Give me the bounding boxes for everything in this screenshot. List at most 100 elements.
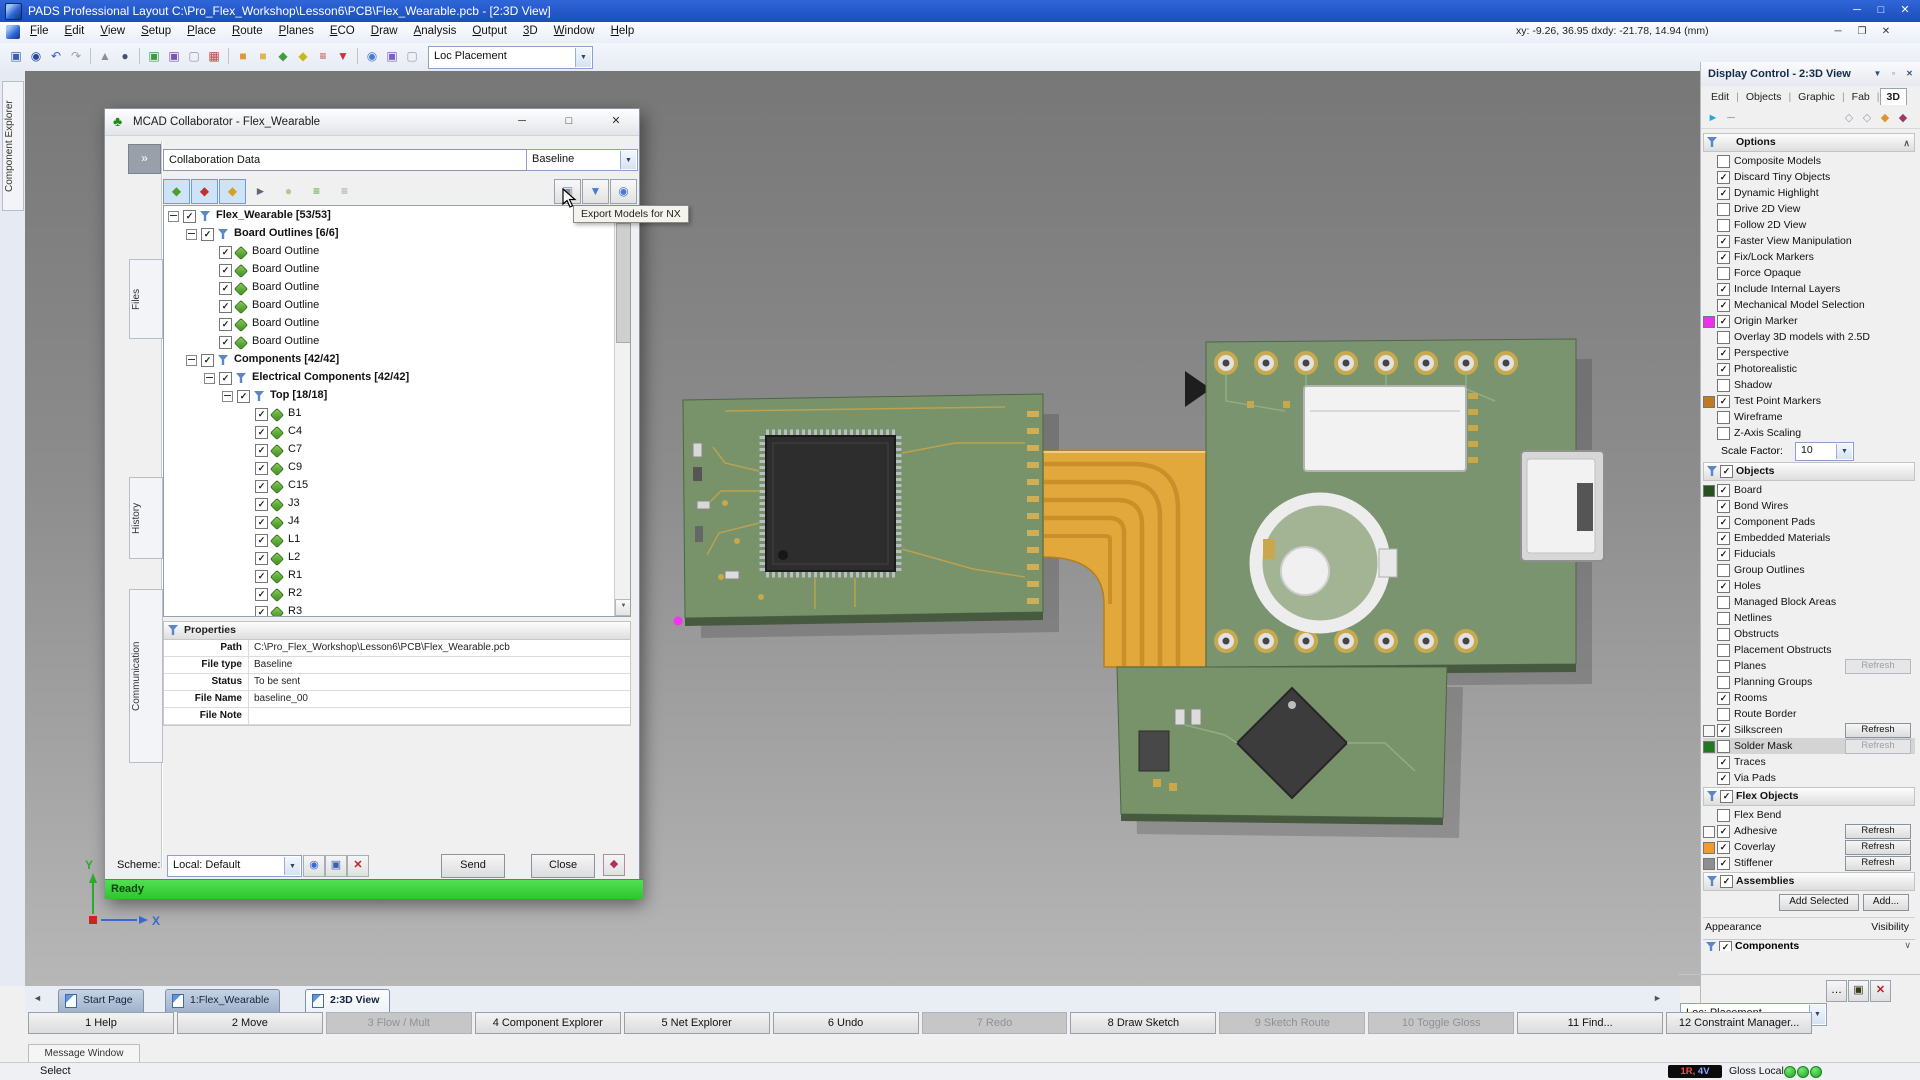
- tree-item[interactable]: ✓C4: [164, 424, 614, 441]
- option-solder-mask[interactable]: Solder MaskRefresh: [1703, 738, 1915, 754]
- checkbox[interactable]: [1717, 267, 1730, 280]
- property-row[interactable]: PathC:\Pro_Flex_Workshop\Lesson6\PCB\Fle…: [164, 640, 630, 657]
- color-swatch[interactable]: [1703, 725, 1715, 737]
- color-swatch[interactable]: [1703, 396, 1715, 408]
- checkbox[interactable]: [1717, 219, 1730, 232]
- option-perspective[interactable]: ✓Perspective: [1703, 345, 1915, 361]
- property-row[interactable]: StatusTo be sent: [164, 674, 630, 691]
- fkey-8-draw-sketch[interactable]: 8 Draw Sketch: [1070, 1012, 1216, 1034]
- search-objects-icon[interactable]: ▣: [383, 47, 401, 65]
- add-selected-button[interactable]: Add Selected: [1779, 894, 1859, 911]
- scheme-combo[interactable]: Local: Default ▼: [167, 855, 302, 877]
- property-row[interactable]: File Namebaseline_00: [164, 691, 630, 708]
- checkbox[interactable]: ✓: [219, 264, 232, 277]
- tab-graphic[interactable]: Graphic: [1791, 88, 1842, 105]
- option-composite-models[interactable]: Composite Models: [1703, 153, 1915, 169]
- option-netlines[interactable]: Netlines: [1703, 610, 1915, 626]
- section-flex-objects[interactable]: ✓Flex Objects: [1703, 787, 1915, 806]
- checkbox[interactable]: [1717, 676, 1730, 689]
- tree-item[interactable]: ✓Electrical Components [42/42]: [164, 370, 614, 387]
- filter-red-icon[interactable]: ▼: [334, 47, 352, 65]
- checkbox[interactable]: ✓: [1717, 516, 1730, 529]
- message-window-tab[interactable]: Message Window: [28, 1044, 140, 1064]
- tree-collapse-icon[interactable]: [186, 355, 197, 366]
- checkbox[interactable]: ✓: [237, 390, 250, 403]
- tree-item[interactable]: ✓Board Outline: [164, 244, 614, 261]
- checkbox[interactable]: [1717, 379, 1730, 392]
- tree-item[interactable]: ✓B1: [164, 406, 614, 423]
- fkey-12-constraint-manager[interactable]: 12 Constraint Manager...: [1666, 1012, 1812, 1034]
- diamond-outline-icon[interactable]: ◇: [1841, 110, 1857, 126]
- placement-mode-combo[interactable]: Loc Placement ▼: [428, 46, 593, 69]
- checkbox[interactable]: ✓: [255, 480, 268, 493]
- option-discard-tiny-objects[interactable]: ✓Discard Tiny Objects: [1703, 169, 1915, 185]
- diamond-orange-icon[interactable]: ◆: [1877, 110, 1893, 126]
- zoom-search-icon[interactable]: ◉: [363, 47, 381, 65]
- anchor-icon[interactable]: ▲: [96, 47, 114, 65]
- checkbox[interactable]: ✓: [255, 588, 268, 601]
- property-row[interactable]: File typeBaseline: [164, 657, 630, 674]
- refresh-button[interactable]: Refresh: [1845, 856, 1911, 871]
- dialog-close-icon[interactable]: ✕: [605, 113, 627, 131]
- paste-special-icon[interactable]: ▣: [165, 47, 183, 65]
- box-icon[interactable]: ▢: [403, 47, 421, 65]
- collaboration-data-input[interactable]: Collaboration Data: [163, 149, 528, 171]
- checkbox[interactable]: ✓: [1717, 841, 1730, 854]
- tree-item[interactable]: ✓Board Outline: [164, 262, 614, 279]
- eraser-icon[interactable]: ─: [1723, 110, 1739, 126]
- menu-help[interactable]: Help: [603, 22, 643, 37]
- checkbox[interactable]: ✓: [255, 570, 268, 583]
- send-button[interactable]: Send: [441, 854, 505, 878]
- option-route-border[interactable]: Route Border: [1703, 706, 1915, 722]
- save-scheme-icon[interactable]: ▣: [1848, 980, 1869, 1002]
- workspace-tab-2-3d-view[interactable]: 2:3D View: [305, 989, 390, 1012]
- option-obstructs[interactable]: Obstructs: [1703, 626, 1915, 642]
- eco-mode-icon[interactable]: ▦: [205, 47, 223, 65]
- save-icon[interactable]: ▣: [7, 47, 25, 65]
- fkey-11-find[interactable]: 11 Find...: [1517, 1012, 1663, 1034]
- checkbox[interactable]: ✓: [1717, 692, 1730, 705]
- probe-icon[interactable]: ►: [1705, 110, 1721, 126]
- checkbox[interactable]: [1717, 612, 1730, 625]
- close-button[interactable]: Close: [531, 854, 595, 878]
- tree-item[interactable]: ✓J4: [164, 514, 614, 531]
- option-origin-marker[interactable]: ✓Origin Marker: [1703, 313, 1915, 329]
- component-explorer-tab[interactable]: Component Explorer: [2, 81, 24, 211]
- checkbox[interactable]: ✓: [1717, 548, 1730, 561]
- checkbox[interactable]: ✓: [255, 516, 268, 529]
- option-bond-wires[interactable]: ✓Bond Wires: [1703, 498, 1915, 514]
- option-managed-block-areas[interactable]: Managed Block Areas: [1703, 594, 1915, 610]
- show-deleted-toggle[interactable]: ◆: [191, 179, 218, 204]
- place-window-icon[interactable]: ▣: [145, 47, 163, 65]
- menu-view[interactable]: View: [92, 22, 133, 37]
- baseline-combo[interactable]: Baseline ▼: [526, 149, 638, 171]
- tree-item[interactable]: ✓Components [42/42]: [164, 352, 614, 369]
- option-shadow[interactable]: Shadow: [1703, 377, 1915, 393]
- measure-icon[interactable]: ◆: [294, 47, 312, 65]
- tab-scroll-right-icon[interactable]: ►: [1653, 993, 1662, 1003]
- option-force-opaque[interactable]: Force Opaque: [1703, 265, 1915, 281]
- panel-pin-icon[interactable]: ▫: [1886, 67, 1901, 81]
- menu-output[interactable]: Output: [464, 22, 515, 37]
- panel-title[interactable]: Display Control - 2:3D View ▼ ▫ ✕: [1701, 62, 1920, 86]
- diamond-outline2-icon[interactable]: ◇: [1859, 110, 1875, 126]
- checkbox[interactable]: ✓: [1717, 299, 1730, 312]
- checkbox[interactable]: [1717, 809, 1730, 822]
- color-swatch[interactable]: [1703, 741, 1715, 753]
- checkbox[interactable]: ✓: [219, 300, 232, 313]
- tree-item[interactable]: ✓Board Outline: [164, 316, 614, 333]
- checkbox[interactable]: ✓: [1717, 251, 1730, 264]
- dialog-maximize-icon[interactable]: □: [558, 113, 580, 131]
- checkbox[interactable]: ✓: [1720, 875, 1733, 888]
- checkbox[interactable]: ✓: [1717, 363, 1730, 376]
- checkbox[interactable]: ✓: [1717, 187, 1730, 200]
- section-assemblies[interactable]: ✓Assemblies: [1703, 872, 1915, 891]
- tab-objects[interactable]: Objects: [1739, 88, 1789, 105]
- checkbox[interactable]: [1717, 660, 1730, 673]
- tab-fab[interactable]: Fab: [1845, 88, 1877, 105]
- tree-scrollbar[interactable]: ▲ ▼: [614, 206, 630, 616]
- checkbox[interactable]: ✓: [201, 228, 214, 241]
- option-placement-obstructs[interactable]: Placement Obstructs: [1703, 642, 1915, 658]
- menu-3d[interactable]: 3D: [515, 22, 546, 37]
- checkbox[interactable]: ✓: [1717, 756, 1730, 769]
